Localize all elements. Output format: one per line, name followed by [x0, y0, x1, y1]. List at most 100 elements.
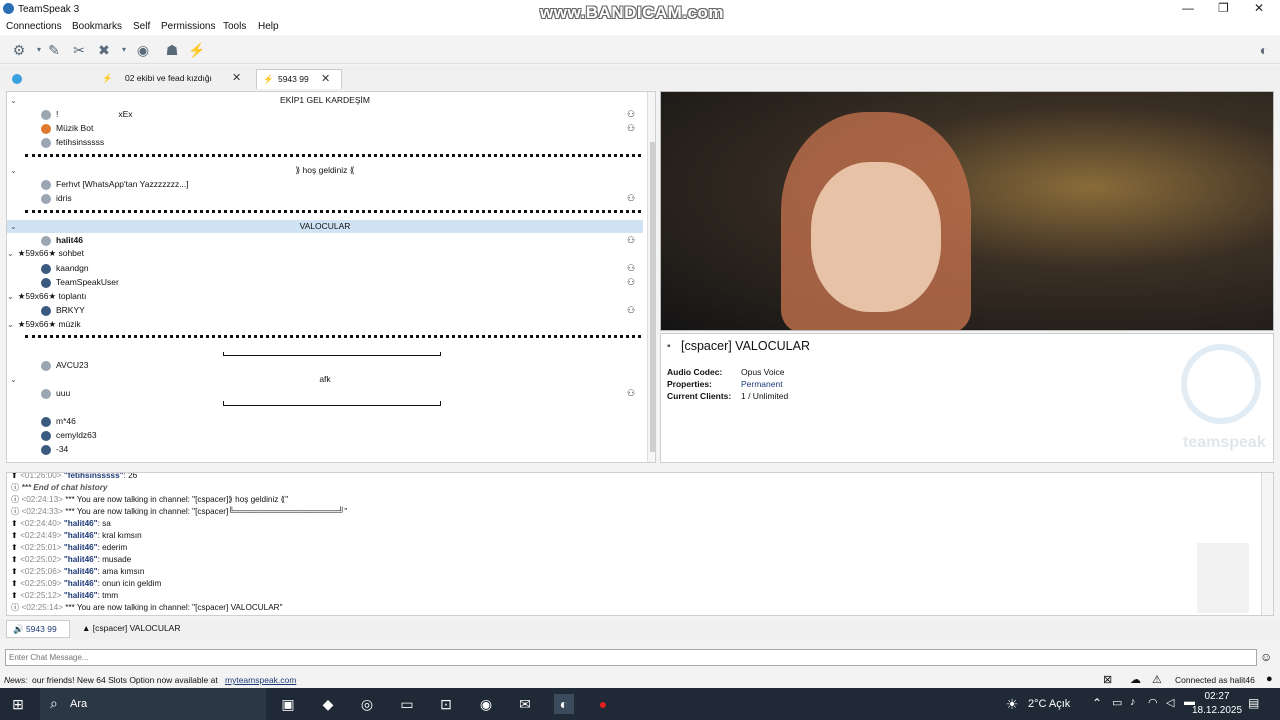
chat-sender[interactable]: "halit46" [64, 555, 98, 564]
chevron-down-icon[interactable]: ⌄ [7, 249, 14, 258]
subchannel-row[interactable]: ⌄ ★59x66★ müzik [7, 318, 81, 331]
chat-text: : 26 [123, 472, 138, 480]
chevron-down-icon[interactable]: ⌄ [10, 164, 17, 177]
teamspeak-taskbar-icon[interactable]: ◐ [554, 694, 574, 714]
chat-text: : tmm [97, 591, 119, 600]
chat-sender[interactable]: "halit46" [64, 567, 98, 576]
channel-tree[interactable]: ⌄ EKİP1 GEL KARDEŞİM! xEx Müzik Bot fetihsin… [6, 91, 656, 463]
mute-speakers-icon[interactable]: ✂ [70, 41, 88, 59]
client-row[interactable]: m*46 [41, 415, 76, 428]
menu-connections[interactable]: Connections [6, 21, 62, 32]
tray-mic-icon[interactable]: ♪ [1130, 696, 1136, 708]
menu-bookmarks[interactable]: Bookmarks [72, 21, 122, 32]
connect-icon[interactable]: ⚙ [10, 41, 28, 59]
subchannel-row[interactable]: ⌄ ★59x66★ sohbet [7, 247, 84, 260]
subchannel-row[interactable]: ⌄ ★59x66★ toplantı [7, 290, 86, 303]
chat-icon[interactable]: ◉ [134, 41, 152, 59]
server-tab-3[interactable]: ⚡ 5943 99 ✕ [256, 69, 342, 89]
windows-start-icon[interactable]: ⊞ [8, 694, 28, 714]
client-row[interactable]: fetihsinsssss [41, 136, 104, 149]
properties-value[interactable]: Permanent [741, 379, 783, 389]
chat-sender[interactable]: "halit46" [64, 519, 98, 528]
chat-sender[interactable]: "halit46" [64, 543, 98, 552]
client-row[interactable]: AVCU23 [41, 359, 88, 372]
chat-input[interactable] [5, 649, 1257, 666]
chat-sender[interactable]: "halit46" [64, 531, 98, 540]
file-explorer-icon[interactable]: ▭ [397, 694, 417, 714]
chat-sender[interactable]: "halit46" [64, 591, 98, 600]
chat-tabs: 🔊 5943 99 ▲ [cspacer] VALOCULAR [0, 619, 1280, 639]
clock-time[interactable]: 02:27 [1202, 691, 1232, 702]
clients-label: Current Clients: [667, 391, 732, 401]
menu-self[interactable]: Self [133, 21, 150, 32]
client-row[interactable]: Müzik Bot [41, 122, 93, 135]
search-box[interactable]: ⌕ Ara [40, 688, 266, 720]
channel-row[interactable]: ⌄ afk [7, 373, 643, 386]
contacts-icon[interactable]: ☗ [163, 41, 181, 59]
tray-volume-icon[interactable]: ◁ [1166, 696, 1174, 709]
copilot-icon[interactable]: ◆ [318, 694, 338, 714]
chat-sender[interactable]: "halit46" [64, 579, 98, 588]
mute-microphone-icon[interactable]: ✎ [45, 41, 63, 59]
chevron-down-icon[interactable]: ⌄ [10, 94, 17, 107]
tree-scrollbar[interactable] [647, 92, 655, 462]
away-icon[interactable]: ✖ [95, 41, 113, 59]
whisper-icon[interactable]: ⚡ [188, 41, 206, 59]
tray-wifi-icon[interactable]: ◠ [1148, 696, 1158, 709]
client-row[interactable]: cemyldz63 [41, 429, 97, 442]
client-row[interactable]: ! xEx [41, 108, 133, 121]
client-row[interactable]: BRKYY [41, 304, 85, 317]
client-row[interactable]: kaandgn [41, 262, 89, 275]
maximize-icon[interactable]: ❐ [1218, 1, 1229, 15]
tray-chevron-icon[interactable]: ⌃ [1092, 696, 1102, 710]
mail-icon[interactable]: ✉ [515, 694, 535, 714]
chrome-icon[interactable]: ◉ [476, 694, 496, 714]
chat-line: ⬆ <01:26:00> "fetihsinsssss": 26 [11, 472, 138, 482]
chat-tab-server[interactable]: 🔊 5943 99 [6, 620, 70, 638]
close-tab-icon[interactable]: ✕ [321, 72, 330, 85]
minimize-icon[interactable]: — [1182, 1, 1194, 15]
edge-icon[interactable]: ◎ [357, 694, 377, 714]
chevron-down-icon[interactable]: ⌄ [10, 220, 17, 233]
scrollbar-thumb[interactable] [650, 142, 655, 452]
server-tab-1[interactable] [6, 69, 96, 89]
menu-help[interactable]: Help [258, 21, 279, 32]
chat-tab-channel[interactable]: ▲ [cspacer] VALOCULAR [76, 620, 190, 638]
client-row[interactable]: uuu [41, 387, 70, 400]
chat-line: ⓘ <02:24:13> *** You are now talking in … [11, 494, 288, 506]
chevron-down-icon[interactable]: ⌄ [7, 292, 14, 301]
emoji-icon[interactable]: ☺ [1260, 650, 1272, 664]
server-tab-2[interactable]: ⚡ 02 ekibi ve fead kızdığı ✕ [96, 69, 252, 89]
client-row[interactable]: Ferhvt [WhatsApp'tan Yazzzzzzz...] [41, 178, 189, 191]
dropdown-icon[interactable]: ▾ [115, 41, 133, 59]
menu-permissions[interactable]: Permissions [161, 21, 215, 32]
news-link[interactable]: myteamspeak.com [225, 675, 296, 685]
chat-line-icon: ⬆ [11, 531, 21, 540]
chat-log[interactable]: ⬆ <01:26:00> "fetihsinsssss": 26 ⓘ *** En… [6, 472, 1274, 616]
store-icon[interactable]: ⊡ [436, 694, 456, 714]
close-icon[interactable]: ✕ [1254, 1, 1264, 15]
client-row[interactable]: halit46 [41, 234, 83, 247]
tray-network-icon[interactable]: ▭ [1112, 696, 1122, 709]
close-news-icon[interactable]: ⊠ [1103, 673, 1112, 686]
channel-row[interactable]: ⌄ ⟫ hoş geldiniz ⟪ [7, 164, 643, 177]
chevron-down-icon[interactable]: ⌄ [7, 320, 14, 329]
chevron-down-icon[interactable]: ⌄ [10, 373, 17, 386]
client-row[interactable]: TeamSpeakUser [41, 276, 119, 289]
close-tab-icon[interactable]: ✕ [232, 71, 241, 84]
channel-row[interactable]: ⌄ EKİP1 GEL KARDEŞİM [7, 94, 643, 107]
chat-sender[interactable]: "fetihsinsssss" [64, 473, 124, 480]
channel-row[interactable]: ⌄ VALOCULAR [7, 220, 643, 233]
chat-scrollbar[interactable] [1261, 473, 1273, 615]
client-row[interactable]: -34 [41, 443, 68, 456]
chat-line-icon: ⓘ [11, 603, 22, 612]
notification-icon[interactable]: ▤ [1248, 696, 1259, 710]
client-row[interactable]: idris [41, 192, 72, 205]
audio-icon[interactable]: ◐ [1255, 41, 1273, 59]
row-label: cemyldz63 [56, 430, 97, 440]
menu-tools[interactable]: Tools [223, 21, 246, 32]
clock-date[interactable]: 18.12.2025 [1192, 705, 1242, 716]
task-view-icon[interactable]: ▣ [278, 694, 298, 714]
bandicam-icon[interactable]: ● [593, 694, 613, 714]
teamspeak-mascot-icon [1197, 543, 1249, 613]
